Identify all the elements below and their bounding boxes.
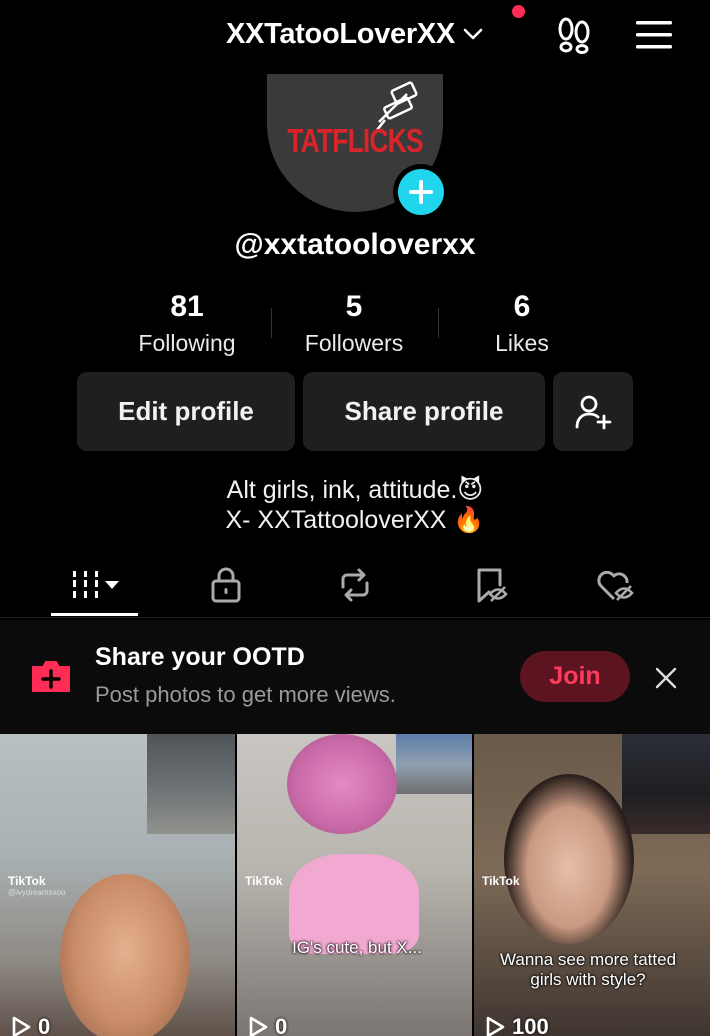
- stat-divider: [438, 308, 439, 338]
- join-button[interactable]: Join: [520, 651, 630, 702]
- close-icon[interactable]: [652, 664, 680, 692]
- edit-profile-button[interactable]: Edit profile: [77, 372, 295, 451]
- video-thumbnail[interactable]: TikTok Wanna see more tatted girls with …: [474, 734, 710, 1036]
- watermark-user: @ivydreamsxoo: [8, 888, 66, 897]
- stat-likes[interactable]: 6 Likes: [442, 290, 602, 357]
- video-subject: [60, 874, 190, 1036]
- watermark-text: TikTok: [8, 874, 46, 888]
- profile-tabs: [0, 556, 710, 618]
- video-subject: [287, 734, 397, 834]
- watermark-text: TikTok: [245, 874, 283, 888]
- stat-label: Following: [138, 330, 236, 356]
- repost-icon: [341, 568, 369, 602]
- lock-icon: [211, 567, 241, 603]
- video-thumbnail[interactable]: TikTok IG's cute, but X... 0: [237, 734, 472, 1036]
- menu-icon[interactable]: [634, 18, 674, 52]
- video-overlay-clip: [396, 734, 472, 794]
- view-count-value: 100: [512, 1014, 549, 1036]
- bio-line-1: Alt girls, ink, attitude.😈: [0, 475, 710, 505]
- bookmark-hidden-icon: [477, 568, 508, 603]
- stat-value: 5: [345, 290, 363, 323]
- tiktok-watermark: TikTok @ivydreamsxoo: [8, 874, 65, 897]
- bio-text: X- XXTattooloverXX: [225, 506, 447, 534]
- video-caption: Wanna see more tatted girls with style?: [499, 950, 677, 989]
- tab-favorites[interactable]: [460, 560, 520, 610]
- tab-videos[interactable]: [51, 560, 138, 610]
- avatar-logo-text: TATFLICKS: [287, 122, 423, 159]
- stat-label: Likes: [495, 330, 549, 356]
- bio-text: Alt girls, ink, attitude.: [226, 476, 458, 504]
- view-count-value: 0: [38, 1014, 51, 1036]
- add-user-icon: [575, 395, 612, 429]
- view-count: 0: [10, 1014, 50, 1036]
- banner-title: Share your OOTD: [95, 643, 305, 671]
- chevron-down-icon: [463, 28, 483, 40]
- devil-emoji: 😈: [457, 476, 484, 504]
- tab-liked[interactable]: [585, 560, 645, 610]
- fire-emoji: 🔥: [453, 506, 485, 534]
- view-count-value: 0: [275, 1014, 288, 1036]
- play-icon: [249, 1016, 268, 1036]
- add-friends-button[interactable]: [553, 372, 633, 451]
- stat-value: 81: [170, 290, 204, 323]
- tab-reposts[interactable]: [325, 560, 385, 610]
- video-overlay-clip: [147, 734, 235, 834]
- view-count: 100: [484, 1014, 549, 1036]
- tiktok-watermark: TikTok: [245, 874, 283, 888]
- notification-dot: [512, 5, 525, 18]
- video-overlay-clip: [622, 734, 710, 834]
- account-switcher[interactable]: XXTatooLoverXX: [226, 14, 485, 54]
- banner-subtitle: Post photos to get more views.: [95, 682, 396, 707]
- stat-label: Followers: [304, 330, 404, 356]
- video-subject: [504, 774, 634, 944]
- tiktok-watermark: TikTok: [482, 874, 520, 888]
- video-caption: IG's cute, but X...: [292, 938, 422, 957]
- liked-hidden-icon: [597, 570, 634, 601]
- stat-followers[interactable]: 5 Followers: [274, 290, 434, 357]
- photo-plus-icon: [32, 661, 70, 692]
- videos-grid-icon: [72, 571, 119, 598]
- stat-value: 6: [513, 290, 531, 323]
- add-avatar-button[interactable]: [393, 164, 449, 220]
- stat-following[interactable]: 81 Following: [107, 290, 267, 357]
- username-title: XXTatooLoverXX: [226, 17, 455, 50]
- video-thumbnail[interactable]: TikTok @ivydreamsxoo 0: [0, 734, 235, 1036]
- view-count: 0: [247, 1014, 287, 1036]
- play-icon: [12, 1016, 31, 1036]
- bio-line-2: X- XXTattooloverXX 🔥: [0, 506, 710, 535]
- play-icon: [486, 1016, 505, 1036]
- profile-header: XXTatooLoverXX: [0, 0, 710, 70]
- plus-icon: [409, 180, 433, 204]
- share-profile-button[interactable]: Share profile: [303, 372, 545, 451]
- footprints-icon[interactable]: [554, 16, 594, 54]
- profile-handle: @xxtatooloverxx: [234, 228, 476, 261]
- tab-private[interactable]: [196, 560, 256, 610]
- active-tab-indicator: [51, 613, 138, 616]
- watermark-text: TikTok: [482, 874, 520, 888]
- stat-divider: [271, 308, 272, 338]
